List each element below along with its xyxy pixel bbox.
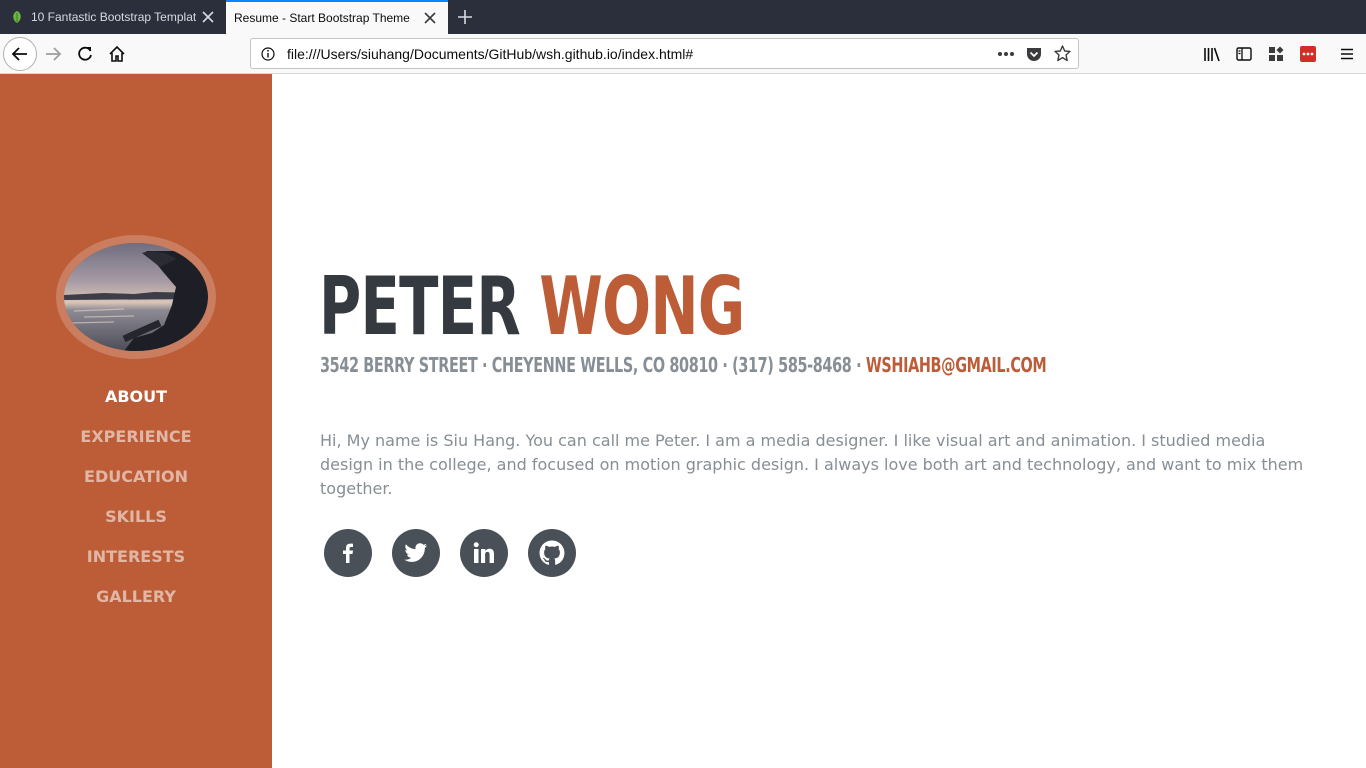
sidebar-icon xyxy=(1236,47,1252,61)
navigation-toolbar: file:///Users/siuhang/Documents/GitHub/w… xyxy=(0,34,1366,74)
menu-button[interactable] xyxy=(1331,38,1363,70)
nav-item-skills[interactable]: SKILLS xyxy=(0,496,272,536)
url-text[interactable]: file:///Users/siuhang/Documents/GitHub/w… xyxy=(287,46,992,62)
address-bar[interactable]: file:///Users/siuhang/Documents/GitHub/w… xyxy=(250,38,1079,69)
tab-title: 10 Fantastic Bootstrap Templat xyxy=(31,10,197,24)
nav-item-gallery[interactable]: GALLERY xyxy=(0,576,272,616)
bookmark-star-icon[interactable] xyxy=(1048,40,1076,68)
github-button[interactable] xyxy=(528,529,576,577)
library-button[interactable] xyxy=(1196,38,1228,70)
sidebar-nav: ABOUT EXPERIENCE EDUCATION SKILLS INTERE… xyxy=(0,376,272,616)
pocket-icon[interactable] xyxy=(1020,40,1048,68)
email-link[interactable]: WSHIAHB@GMAIL.COM xyxy=(866,353,1047,377)
bio-text: Hi, My name is Siu Hang. You can call me… xyxy=(320,431,1304,498)
contact-line: 3542 BERRY STREET · CHEYENNE WELLS, CO 8… xyxy=(320,352,1047,378)
extensions-button[interactable] xyxy=(1260,38,1292,70)
page-actions-icon[interactable] xyxy=(992,40,1020,68)
first-name: PETER xyxy=(319,260,521,353)
home-button[interactable] xyxy=(101,38,133,70)
home-icon xyxy=(109,45,125,62)
forward-button[interactable] xyxy=(37,38,69,70)
hamburger-menu-icon xyxy=(1341,48,1353,60)
facebook-button[interactable] xyxy=(324,529,372,577)
new-tab-button[interactable] xyxy=(452,4,478,30)
tab-bootstrap-templates[interactable]: 10 Fantastic Bootstrap Templat xyxy=(0,0,226,34)
reload-icon xyxy=(78,46,92,61)
forward-arrow-icon xyxy=(46,47,62,61)
grid-icon xyxy=(1269,46,1284,61)
github-icon xyxy=(539,540,565,565)
nav-item-interests[interactable]: INTERESTS xyxy=(0,536,272,576)
sidebar-toggle-button[interactable] xyxy=(1228,38,1260,70)
address-text: 3542 BERRY STREET · CHEYENNE WELLS, CO 8… xyxy=(320,353,862,377)
reload-button[interactable] xyxy=(69,38,101,70)
social-icons xyxy=(324,529,596,577)
page-title: PETER WONG xyxy=(319,260,745,353)
twitter-icon xyxy=(404,543,427,562)
lastpass-button[interactable] xyxy=(1292,38,1324,70)
back-button[interactable] xyxy=(3,37,37,71)
linkedin-button[interactable] xyxy=(460,529,508,577)
tab-title: Resume - Start Bootstrap Theme xyxy=(234,11,410,25)
info-icon[interactable] xyxy=(261,46,275,61)
about-section: PETER WONG 3542 BERRY STREET · CHEYENNE … xyxy=(272,74,1366,768)
last-name: WONG xyxy=(539,260,745,353)
nav-item-about[interactable]: ABOUT xyxy=(0,376,272,416)
linkedin-icon xyxy=(473,542,494,563)
library-icon xyxy=(1204,47,1220,62)
twitter-button[interactable] xyxy=(392,529,440,577)
tab-bar: 10 Fantastic Bootstrap Templat Resume - … xyxy=(0,0,1366,34)
nav-item-education[interactable]: EDUCATION xyxy=(0,456,272,496)
nav-item-experience[interactable]: EXPERIENCE xyxy=(0,416,272,456)
sidebar: ABOUT EXPERIENCE EDUCATION SKILLS INTERE… xyxy=(0,74,272,768)
avatar xyxy=(56,235,216,359)
lastpass-icon xyxy=(1300,46,1316,62)
back-arrow-icon xyxy=(11,47,27,61)
close-tab-icon[interactable] xyxy=(422,10,438,26)
leaf-icon xyxy=(10,10,24,24)
facebook-icon xyxy=(343,543,353,563)
close-tab-icon[interactable] xyxy=(200,9,216,25)
tab-resume[interactable]: Resume - Start Bootstrap Theme xyxy=(226,0,448,34)
